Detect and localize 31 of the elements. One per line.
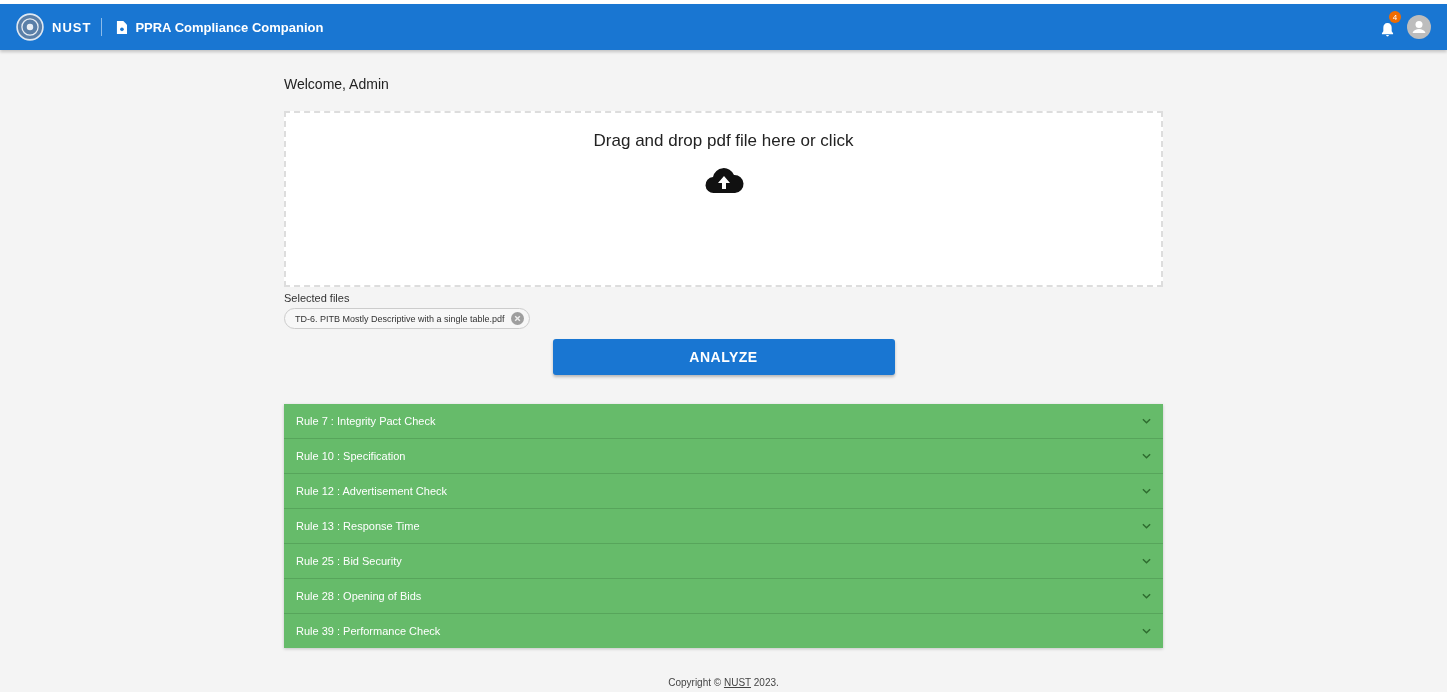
rule-accordion-header[interactable]: Rule 25 : Bid Security: [284, 544, 1163, 579]
chevron-icon: [1142, 453, 1151, 459]
chevron-icon: [1142, 558, 1151, 564]
chevron-icon: [1142, 418, 1151, 424]
chevron-icon: [1142, 523, 1151, 529]
rule-accordion-header[interactable]: Rule 10 : Specification: [284, 439, 1163, 474]
brand-name: NUST: [52, 19, 92, 35]
copyright-text: Copyright © NUST 2023.: [667, 677, 780, 690]
chevron-icon: [1142, 488, 1151, 494]
welcome-text: Welcome, Admin: [284, 76, 390, 92]
nust-link[interactable]: NUST: [723, 677, 751, 688]
rule-accordion-header[interactable]: Rule 28 : Opening of Bids: [284, 579, 1163, 614]
remove-icon[interactable]: [510, 312, 524, 325]
document-icon: [116, 20, 128, 34]
notification-count-badge: 4: [1389, 11, 1401, 23]
rule-accordion-header[interactable]: Rule 13 : Response Time: [284, 509, 1163, 544]
selected-files-label: Selected files: [284, 292, 351, 304]
analyze-button[interactable]: ANALYZE: [552, 339, 895, 375]
user-avatar-icon[interactable]: [1407, 15, 1431, 39]
file-chip[interactable]: TD-6. PITB Mostly Descriptive with a single table.pdf: [284, 308, 530, 329]
notification-bell-icon[interactable]: [1381, 22, 1394, 37]
chevron-icon: [1142, 628, 1151, 634]
app-title: PPRA Compliance Companion: [135, 19, 324, 35]
rule-accordion-header[interactable]: Rule 7 : Integrity Pact Check: [284, 404, 1163, 439]
file-dropzone[interactable]: Drag and drop pdf file here or click: [284, 111, 1163, 287]
dropzone-prompt: Drag and drop pdf file here or click: [593, 131, 854, 151]
cloud-upload-icon: [703, 167, 744, 195]
rule-accordion-header[interactable]: Rule 12 : Advertisement Check: [284, 474, 1163, 509]
rule-accordion-header[interactable]: Rule 39 : Performance Check: [284, 614, 1163, 648]
university-seal-icon: [16, 13, 44, 41]
chevron-icon: [1142, 593, 1151, 599]
